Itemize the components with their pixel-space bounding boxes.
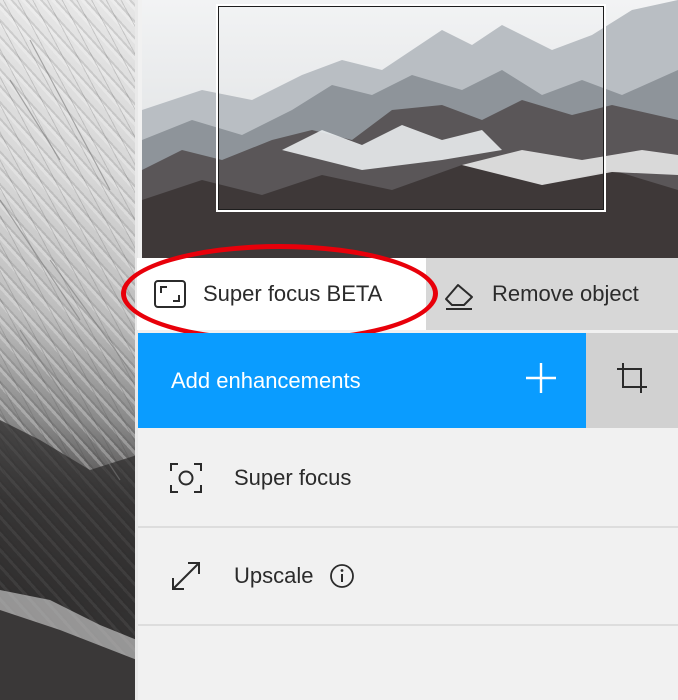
list-item-upscale[interactable]: Upscale xyxy=(138,528,678,626)
image-preview[interactable] xyxy=(142,0,678,258)
background-image-strip xyxy=(0,0,137,700)
tab-remove-object[interactable]: Remove object xyxy=(426,258,678,330)
eraser-icon xyxy=(442,277,476,311)
list-item-label: Super focus xyxy=(234,465,352,490)
expand-arrows-icon xyxy=(168,558,204,594)
tab-super-focus[interactable]: Super focus BETA xyxy=(137,258,426,330)
tool-tabs: Super focus BETA Remove object xyxy=(137,258,678,330)
info-icon[interactable] xyxy=(329,563,355,589)
frame-corners-icon xyxy=(153,277,187,311)
crop-button[interactable] xyxy=(586,333,678,428)
list-item-super-focus[interactable]: Super focus xyxy=(138,430,678,528)
focus-target-icon xyxy=(168,460,204,496)
focus-region-frame[interactable] xyxy=(216,4,606,212)
tab-super-focus-label: Super focus xyxy=(203,281,321,306)
crop-icon xyxy=(615,361,649,400)
tab-remove-object-label: Remove object xyxy=(492,281,639,306)
plus-icon xyxy=(524,361,558,401)
add-enhancements-label: Add enhancements xyxy=(171,367,361,393)
enhancement-toolbar: Add enhancements xyxy=(138,333,678,428)
beta-badge: BETA xyxy=(326,281,383,306)
list-item-label: Upscale xyxy=(234,563,314,588)
enhancement-list: Super focus Upscale xyxy=(138,430,678,626)
add-enhancements-button[interactable]: Add enhancements xyxy=(138,333,586,428)
